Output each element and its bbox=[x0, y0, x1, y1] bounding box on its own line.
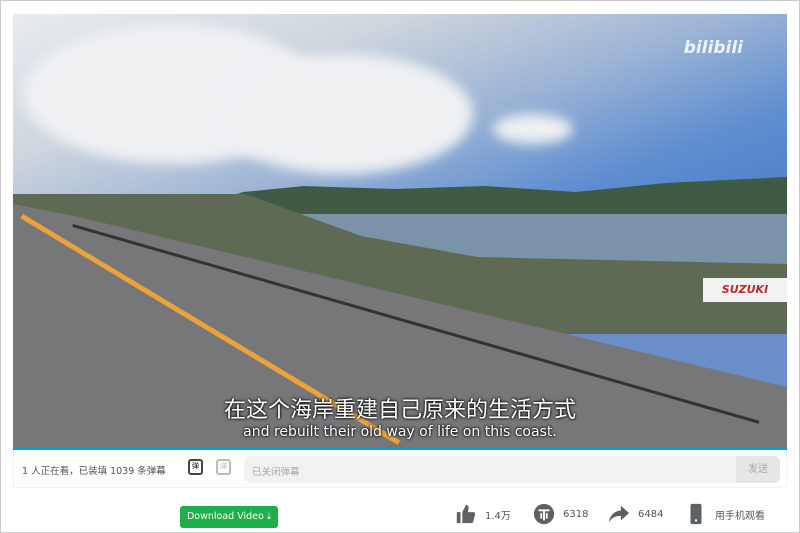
danmaku-settings-icon[interactable]: 弹 bbox=[216, 459, 231, 475]
download-icon: ⤓ bbox=[266, 511, 272, 522]
share-button[interactable]: 6484 bbox=[608, 503, 663, 525]
viewer-count: 1 人正在看，已装填 1039 条弹幕 bbox=[22, 466, 166, 477]
like-button[interactable]: 1.4万 bbox=[455, 503, 511, 525]
danmaku-on-icon[interactable]: 弹 bbox=[188, 459, 203, 475]
subtitle-english: and rebuilt their old way of life on thi… bbox=[243, 424, 557, 440]
phone-icon bbox=[690, 503, 702, 525]
danmaku-bar: 1 人正在看，已装填 1039 条弹幕 弹 弹 已关闭弹幕 发送 bbox=[13, 450, 787, 488]
subtitle-chinese: 在这个海岸重建自己原来的生活方式 bbox=[223, 398, 576, 423]
share-icon bbox=[608, 505, 630, 523]
download-video-button[interactable]: Download Video ⤓ bbox=[180, 506, 278, 528]
coin-icon bbox=[533, 503, 555, 525]
mobile-watch-button[interactable]: 用手机观看 bbox=[685, 503, 765, 525]
coin-button[interactable]: 6318 bbox=[533, 503, 588, 525]
suzuki-sign: SUZUKI bbox=[703, 278, 787, 302]
video-player[interactable]: SUZUKI bilibili 在这个海岸重建自己原来的生活方式 and reb… bbox=[13, 14, 787, 448]
danmaku-input[interactable]: 已关闭弹幕 发送 bbox=[244, 456, 780, 483]
bilibili-logo: bilibili bbox=[683, 38, 743, 58]
thumbs-up-icon bbox=[456, 504, 476, 524]
send-button[interactable]: 发送 bbox=[736, 456, 780, 483]
